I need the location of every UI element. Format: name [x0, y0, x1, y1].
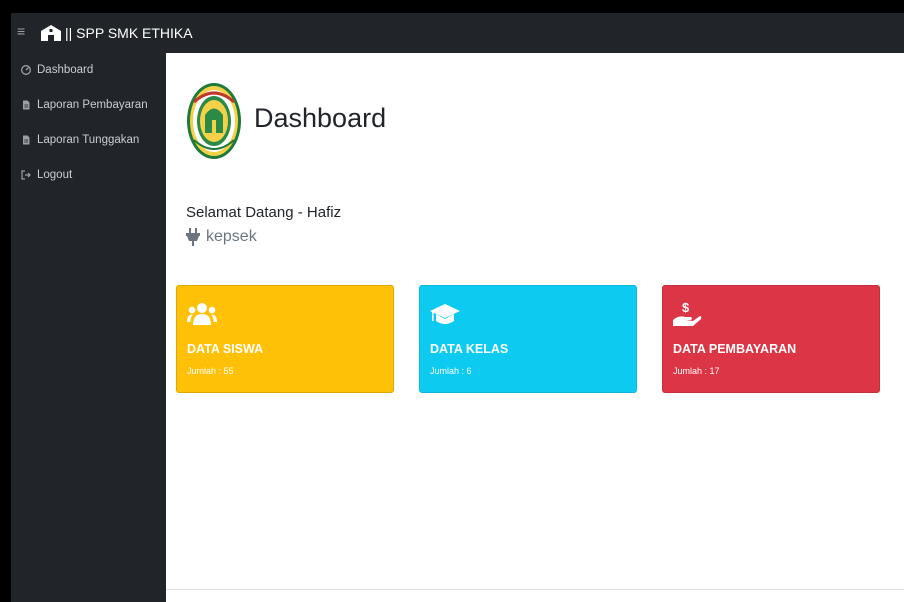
app-window: ≡ || SPP SMK ETHIKA Dashboard Laporan Pe…: [11, 13, 904, 602]
card-title: DATA PEMBAYARAN: [673, 342, 797, 356]
sidebar-item-laporan-tunggakan[interactable]: Laporan Tunggakan: [11, 129, 166, 151]
welcome-text: Selamat Datang - Hafiz: [186, 204, 342, 221]
card-data-kelas[interactable]: DATA KELAS Jumlah : 6: [419, 285, 637, 393]
svg-text:$: $: [682, 301, 690, 315]
plug-icon: [186, 228, 200, 246]
role-label: kepsek: [206, 228, 257, 245]
sign-out-icon: [20, 169, 32, 181]
screenshot-frame: ≡ || SPP SMK ETHIKA Dashboard Laporan Pe…: [0, 0, 904, 602]
card-count: Jumlah : 6: [430, 366, 472, 376]
file-icon: [20, 134, 32, 146]
sidebar-item-laporan-pembayaran[interactable]: Laporan Pembayaran: [11, 94, 166, 116]
sidebar-item-logout[interactable]: Logout: [11, 164, 166, 186]
school-logo: [187, 83, 241, 159]
main-content: Dashboard Selamat Datang - Hafiz kepsek: [166, 53, 904, 602]
brand-text: || SPP SMK ETHIKA: [65, 25, 193, 41]
card-count: Jumlah : 17: [673, 366, 720, 376]
graduation-cap-icon: [430, 304, 460, 324]
card-data-pembayaran[interactable]: $ DATA PEMBAYARAN Jumlah : 17: [662, 285, 880, 393]
tachometer-icon: [20, 64, 32, 76]
top-navbar: ≡ || SPP SMK ETHIKA: [11, 13, 904, 53]
sidebar-item-label: Laporan Tunggakan: [37, 134, 140, 146]
page-title: Dashboard: [254, 103, 387, 133]
navbar-brand[interactable]: || SPP SMK ETHIKA: [41, 22, 193, 44]
sidebar: Dashboard Laporan Pembayaran Laporan Tun…: [11, 53, 166, 602]
card-title: DATA SISWA: [187, 342, 264, 356]
users-icon: [187, 303, 217, 325]
sidebar-item-label: Laporan Pembayaran: [37, 99, 148, 111]
hamburger-icon[interactable]: ≡: [17, 21, 33, 41]
card-count: Jumlah : 55: [187, 366, 234, 376]
sidebar-item-dashboard[interactable]: Dashboard: [11, 59, 166, 81]
footer-divider: [166, 589, 904, 590]
sidebar-item-label: Logout: [37, 169, 73, 181]
card-title: DATA KELAS: [430, 342, 509, 356]
sidebar-item-label: Dashboard: [37, 64, 94, 76]
user-role: kepsek: [186, 228, 257, 246]
card-data-siswa[interactable]: DATA SISWA Jumlah : 55: [176, 285, 394, 393]
school-icon: [41, 25, 61, 41]
file-icon: [20, 99, 32, 111]
hand-dollar-icon: $: [673, 301, 702, 326]
